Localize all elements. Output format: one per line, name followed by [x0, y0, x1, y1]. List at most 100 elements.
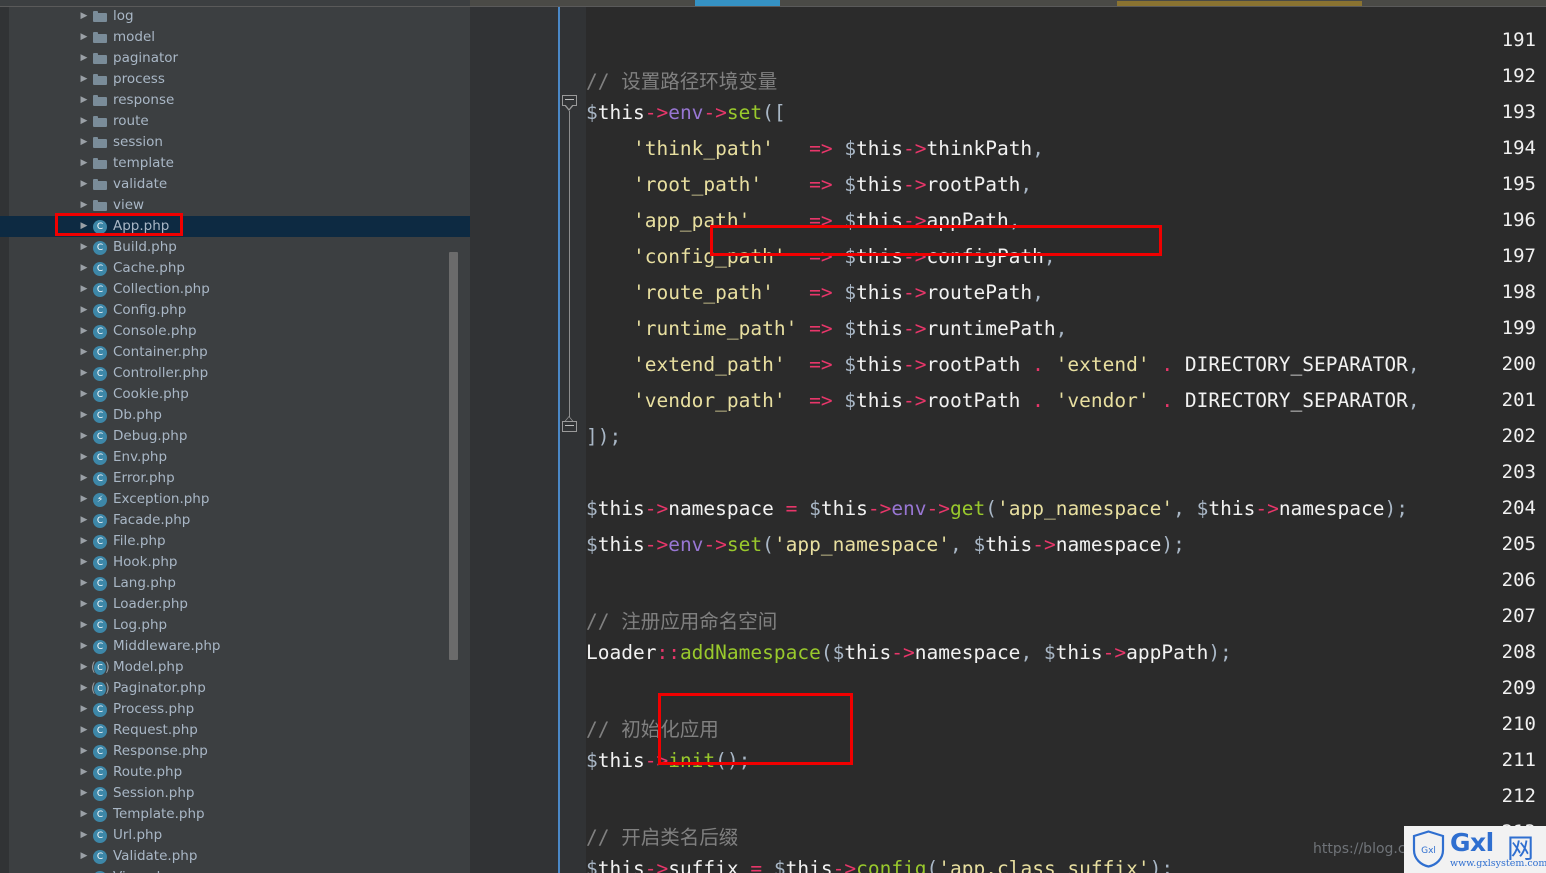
- expand-arrow-icon[interactable]: ▶: [78, 552, 90, 573]
- expand-arrow-icon[interactable]: ▶: [78, 174, 90, 195]
- expand-arrow-icon[interactable]: ▶: [78, 510, 90, 531]
- tree-item-error-php[interactable]: ▶ C Error.php: [0, 468, 470, 489]
- expand-arrow-icon[interactable]: ▶: [78, 258, 90, 279]
- expand-arrow-icon[interactable]: ▶: [78, 615, 90, 636]
- expand-arrow-icon[interactable]: ▶: [78, 741, 90, 762]
- tree-item-view[interactable]: ▶ view: [0, 195, 470, 216]
- tree-item-route-php[interactable]: ▶ C Route.php: [0, 762, 470, 783]
- expand-arrow-icon[interactable]: ▶: [78, 195, 90, 216]
- tree-item-app-php[interactable]: ▶ C App.php: [0, 216, 470, 237]
- tree-item-paginator[interactable]: ▶ paginator: [0, 48, 470, 69]
- expand-arrow-icon[interactable]: ▶: [78, 636, 90, 657]
- code-line-214[interactable]: $this->suffix = $this->config('app.class…: [586, 857, 1173, 873]
- code-line-193[interactable]: $this->env->set([: [586, 101, 786, 124]
- expand-arrow-icon[interactable]: ▶: [78, 573, 90, 594]
- tree-item-validate-php[interactable]: ▶ C Validate.php: [0, 846, 470, 867]
- tree-item-build-php[interactable]: ▶ C Build.php: [0, 237, 470, 258]
- tree-item-cache-php[interactable]: ▶ C Cache.php: [0, 258, 470, 279]
- tree-scrollbar-thumb[interactable]: [449, 252, 458, 660]
- code-line-199[interactable]: 'runtime_path' => $this->runtimePath,: [586, 317, 1067, 340]
- code-line-198[interactable]: 'route_path' => $this->routePath,: [586, 281, 1044, 304]
- tree-item-template-php[interactable]: ▶ C Template.php: [0, 804, 470, 825]
- tree-item-paginator-php[interactable]: ▶(C)Paginator.php: [0, 678, 470, 699]
- expand-arrow-icon[interactable]: ▶: [78, 804, 90, 825]
- tree-item-middleware-php[interactable]: ▶ C Middleware.php: [0, 636, 470, 657]
- code-line-207[interactable]: // 注册应用命名空间: [586, 605, 777, 634]
- tree-item-process-php[interactable]: ▶ C Process.php: [0, 699, 470, 720]
- code-line-194[interactable]: 'think_path' => $this->thinkPath,: [586, 137, 1044, 160]
- code-line-195[interactable]: 'root_path' => $this->rootPath,: [586, 173, 1032, 196]
- tree-item-env-php[interactable]: ▶ C Env.php: [0, 447, 470, 468]
- expand-arrow-icon[interactable]: ▶: [78, 699, 90, 720]
- code-line-205[interactable]: $this->env->set('app_namespace', $this->…: [586, 533, 1185, 556]
- fold-marker-open-193[interactable]: [562, 95, 577, 111]
- expand-arrow-icon[interactable]: ▶: [78, 384, 90, 405]
- expand-arrow-icon[interactable]: ▶: [78, 342, 90, 363]
- tree-item-route[interactable]: ▶ route: [0, 111, 470, 132]
- code-line-210[interactable]: // 初始化应用: [586, 713, 719, 742]
- expand-arrow-icon[interactable]: ▶: [78, 300, 90, 321]
- code-line-211[interactable]: $this->init();: [586, 749, 750, 772]
- expand-arrow-icon[interactable]: ▶: [78, 111, 90, 132]
- expand-arrow-icon[interactable]: ▶: [78, 69, 90, 90]
- tree-item-validate[interactable]: ▶ validate: [0, 174, 470, 195]
- tree-item-db-php[interactable]: ▶ C Db.php: [0, 405, 470, 426]
- expand-arrow-icon[interactable]: ▶: [78, 90, 90, 111]
- code-line-202[interactable]: ]);: [586, 425, 621, 448]
- code-line-197[interactable]: 'config_path' => $this->configPath,: [586, 245, 1056, 268]
- expand-arrow-icon[interactable]: ▶: [78, 783, 90, 804]
- expand-arrow-icon[interactable]: ▶: [78, 678, 90, 699]
- expand-arrow-icon[interactable]: ▶: [78, 846, 90, 867]
- expand-arrow-icon[interactable]: ▶: [78, 657, 90, 678]
- tree-item-template[interactable]: ▶ template: [0, 153, 470, 174]
- tree-item-facade-php[interactable]: ▶ C Facade.php: [0, 510, 470, 531]
- expand-arrow-icon[interactable]: ▶: [78, 720, 90, 741]
- code-fold-column[interactable]: [560, 7, 586, 873]
- code-line-201[interactable]: 'vendor_path' => $this->rootPath . 'vend…: [586, 389, 1420, 412]
- expand-arrow-icon[interactable]: ▶: [78, 426, 90, 447]
- expand-arrow-icon[interactable]: ▶: [78, 279, 90, 300]
- tree-item-process[interactable]: ▶ process: [0, 69, 470, 90]
- code-line-204[interactable]: $this->namespace = $this->env->get('app_…: [586, 497, 1408, 520]
- tree-item-response[interactable]: ▶ response: [0, 90, 470, 111]
- expand-arrow-icon[interactable]: ▶: [78, 468, 90, 489]
- tree-item-log[interactable]: ▶ log: [0, 7, 470, 27]
- tree-item-request-php[interactable]: ▶ C Request.php: [0, 720, 470, 741]
- code-line-196[interactable]: 'app_path' => $this->appPath,: [586, 209, 1020, 232]
- tree-item-console-php[interactable]: ▶ C Console.php: [0, 321, 470, 342]
- expand-arrow-icon[interactable]: ▶: [78, 7, 90, 27]
- tree-item-cookie-php[interactable]: ▶ C Cookie.php: [0, 384, 470, 405]
- tree-item-url-php[interactable]: ▶ C Url.php: [0, 825, 470, 846]
- expand-arrow-icon[interactable]: ▶: [78, 762, 90, 783]
- tree-item-model-php[interactable]: ▶(C)Model.php: [0, 657, 470, 678]
- expand-arrow-icon[interactable]: ▶: [78, 321, 90, 342]
- tree-item-hook-php[interactable]: ▶ C Hook.php: [0, 552, 470, 573]
- tree-item-file-php[interactable]: ▶ C File.php: [0, 531, 470, 552]
- expand-arrow-icon[interactable]: ▶: [78, 825, 90, 846]
- tree-item-controller-php[interactable]: ▶ C Controller.php: [0, 363, 470, 384]
- expand-arrow-icon[interactable]: ▶: [78, 216, 90, 237]
- tree-item-log-php[interactable]: ▶ C Log.php: [0, 615, 470, 636]
- expand-arrow-icon[interactable]: ▶: [78, 447, 90, 468]
- tree-item-lang-php[interactable]: ▶ C Lang.php: [0, 573, 470, 594]
- expand-arrow-icon[interactable]: ▶: [78, 405, 90, 426]
- expand-arrow-icon[interactable]: ▶: [78, 153, 90, 174]
- tree-scrollbar-track[interactable]: [449, 7, 464, 873]
- tree-item-collection-php[interactable]: ▶ C Collection.php: [0, 279, 470, 300]
- code-line-200[interactable]: 'extend_path' => $this->rootPath . 'exte…: [586, 353, 1420, 376]
- tree-item-model[interactable]: ▶ model: [0, 27, 470, 48]
- code-editor[interactable]: 191 192 193 194 195 196 197 198 199 200 201 202 203 2…: [470, 7, 1546, 873]
- expand-arrow-icon[interactable]: ▶: [78, 489, 90, 510]
- code-line-213[interactable]: // 开启类名后缀: [586, 821, 738, 850]
- expand-arrow-icon[interactable]: ▶: [78, 48, 90, 69]
- tree-item-view-php[interactable]: ▶CView.php: [0, 867, 470, 873]
- expand-arrow-icon[interactable]: ▶: [78, 594, 90, 615]
- tree-item-config-php[interactable]: ▶ C Config.php: [0, 300, 470, 321]
- tree-item-exception-php[interactable]: ▶ Exception.php: [0, 489, 470, 510]
- expand-arrow-icon[interactable]: ▶: [78, 363, 90, 384]
- code-line-192[interactable]: // 设置路径环境变量: [586, 65, 777, 94]
- expand-arrow-icon[interactable]: ▶: [78, 132, 90, 153]
- expand-arrow-icon[interactable]: ▶: [78, 867, 90, 873]
- code-line-208[interactable]: Loader::addNamespace($this->namespace, $…: [586, 641, 1232, 664]
- fold-marker-close-202[interactable]: [562, 416, 577, 436]
